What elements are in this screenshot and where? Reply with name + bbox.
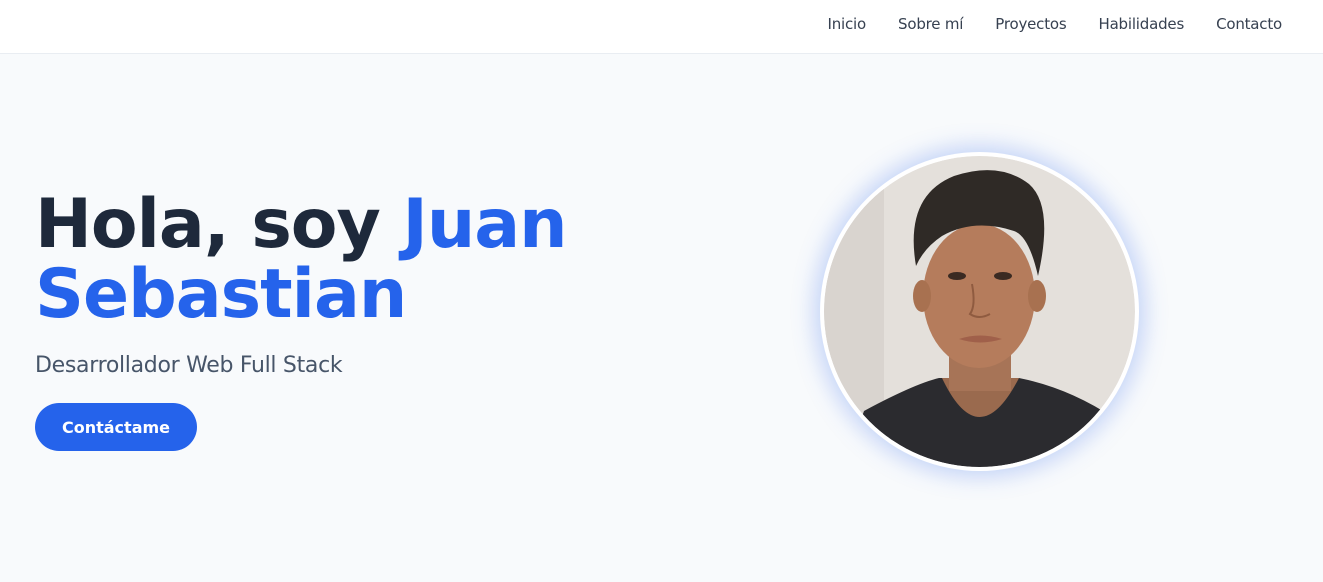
- nav-links: Inicio Sobre mí Proyectos Habilidades Co…: [828, 0, 1283, 46]
- nav-item-inicio: Inicio: [828, 14, 867, 33]
- nav-item-sobre-mi: Sobre mí: [898, 14, 963, 33]
- nav-link-inicio[interactable]: Inicio: [828, 15, 867, 33]
- nav-item-habilidades: Habilidades: [1098, 14, 1184, 33]
- profile-photo: [824, 156, 1135, 467]
- profile-photo-frame: [820, 152, 1139, 471]
- hero-name-last: Sebastian: [35, 255, 407, 334]
- hero-name-first: Juan: [402, 185, 568, 264]
- hero-subtitle: Desarrollador Web Full Stack: [35, 353, 343, 378]
- contact-button[interactable]: Contáctame: [35, 403, 197, 451]
- nav-link-sobre-mi[interactable]: Sobre mí: [898, 15, 963, 33]
- hero-section: Hola, soy Juan Sebastian Desarrollador We…: [0, 55, 1323, 582]
- nav-item-proyectos: Proyectos: [995, 14, 1066, 33]
- top-navbar: Inicio Sobre mí Proyectos Habilidades Co…: [0, 0, 1323, 54]
- nav-item-contacto: Contacto: [1216, 14, 1282, 33]
- nav-link-habilidades[interactable]: Habilidades: [1098, 15, 1184, 33]
- nav-link-contacto[interactable]: Contacto: [1216, 15, 1282, 33]
- nav-link-proyectos[interactable]: Proyectos: [995, 15, 1066, 33]
- hero-greeting: Hola, soy: [35, 185, 403, 264]
- hero-title: Hola, soy Juan Sebastian: [35, 190, 568, 330]
